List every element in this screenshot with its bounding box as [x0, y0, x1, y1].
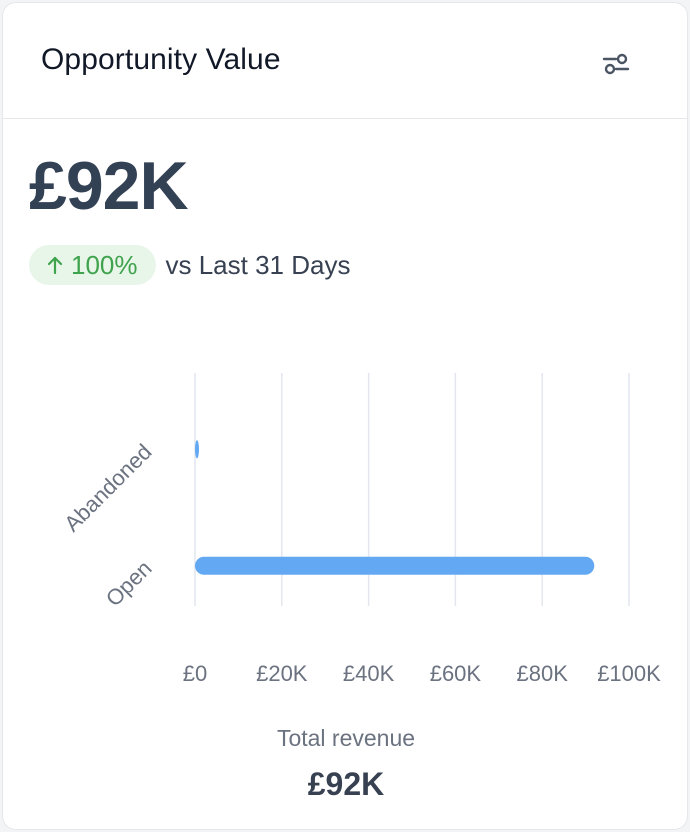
bar [195, 556, 595, 575]
trend-row: 100% vs Last 31 Days [29, 245, 350, 285]
total-revenue-value: £92K [307, 766, 385, 802]
filter-sliders-icon [602, 53, 630, 75]
x-tick-label: £20K [256, 661, 308, 686]
card-title: Opportunity Value [41, 43, 281, 76]
trend-badge: 100% [29, 245, 156, 285]
x-tick-label: £40K [343, 661, 395, 686]
y-tick-label: Open [101, 556, 157, 612]
metric-value: £92K [29, 148, 189, 224]
trend-comparison: vs Last 31 Days [165, 249, 351, 280]
x-tick-label: £0 [183, 661, 207, 686]
bar [195, 440, 199, 459]
arrow-up-icon [47, 255, 63, 275]
filter-button[interactable] [591, 41, 641, 87]
x-tick-label: £100K [597, 661, 661, 686]
trend-percent: 100% [71, 249, 138, 280]
bar-chart: £0 £20K £40K £60K £80K £100K Abandoned Open [59, 373, 661, 686]
x-tick-label: £80K [517, 661, 569, 686]
opportunity-value-card: Opportunity Value £92K 100% vs Last 31 D… [2, 2, 688, 830]
card-header: Opportunity Value [3, 3, 687, 119]
chart-x-axis-label: Total revenue [276, 725, 416, 751]
x-tick-label: £60K [430, 661, 482, 686]
y-tick-label: Abandoned [59, 439, 156, 536]
